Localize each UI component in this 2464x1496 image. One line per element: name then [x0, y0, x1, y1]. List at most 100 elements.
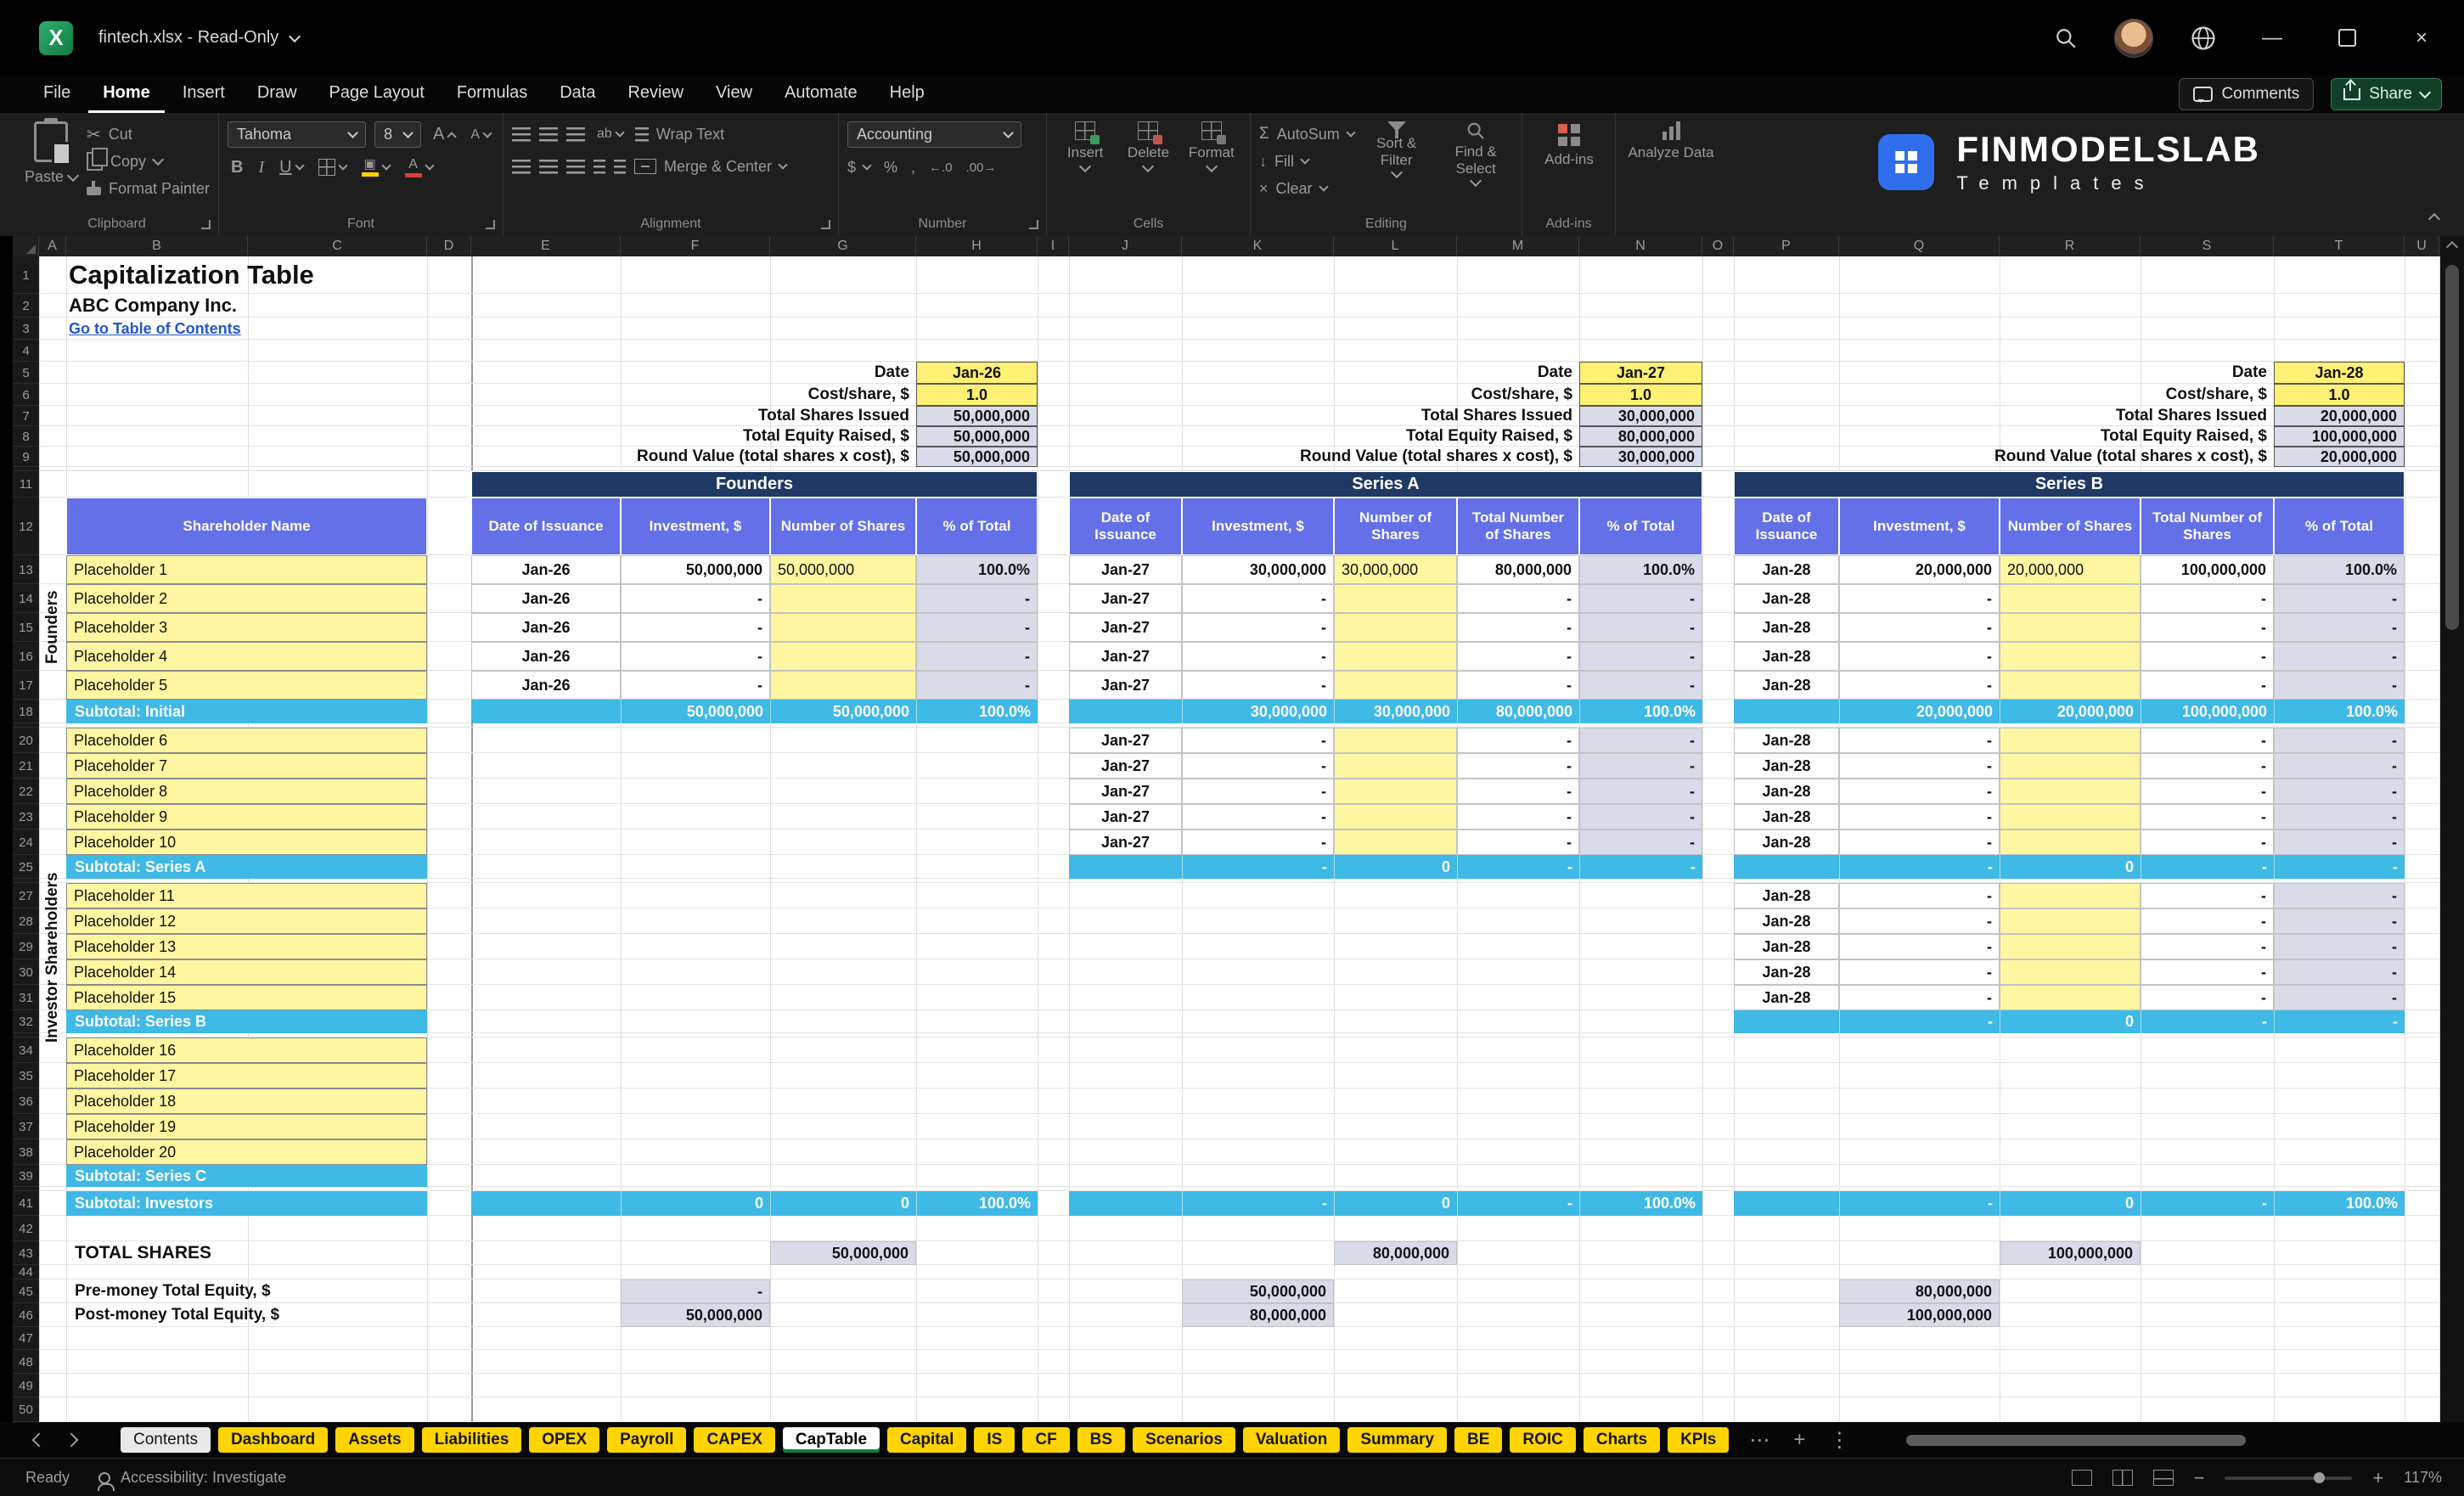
number-dialog-launcher[interactable]: [1029, 220, 1038, 229]
cell-T12[interactable]: % of Total: [2274, 498, 2405, 555]
cell-M14[interactable]: -: [1457, 584, 1579, 613]
cell-L20[interactable]: [1334, 728, 1457, 753]
font-dialog-launcher[interactable]: [486, 220, 495, 229]
cell-J18[interactable]: [1069, 700, 1182, 723]
cell-N18[interactable]: 100.0%: [1579, 700, 1702, 723]
cell-S32[interactable]: -: [2141, 1010, 2274, 1033]
cell-S41[interactable]: -: [2141, 1191, 2274, 1216]
cell-H7[interactable]: 50,000,000: [916, 406, 1038, 426]
clipboard-dialog-launcher[interactable]: [201, 220, 211, 229]
cell-N20[interactable]: -: [1579, 728, 1702, 753]
cell-B21[interactable]: Placeholder 7: [66, 753, 427, 779]
globe-icon[interactable]: [2191, 25, 2216, 51]
cell-R21[interactable]: [2000, 753, 2141, 779]
row-header-45[interactable]: 45: [13, 1279, 39, 1303]
row-header-12[interactable]: 12: [13, 498, 39, 555]
cell-B36[interactable]: Placeholder 18: [66, 1088, 427, 1114]
align-top-icon[interactable]: [512, 127, 531, 142]
cell-J5[interactable]: Date: [1069, 362, 1579, 384]
user-avatar[interactable]: [2114, 19, 2153, 58]
cell-R20[interactable]: [2000, 728, 2141, 753]
cell-L41[interactable]: 0: [1334, 1191, 1457, 1216]
cell-T14[interactable]: -: [2274, 584, 2405, 613]
cell-J13[interactable]: Jan-27: [1069, 555, 1182, 584]
cell-S31[interactable]: -: [2141, 985, 2274, 1010]
cell-G41[interactable]: 0: [770, 1191, 916, 1216]
cell-P28[interactable]: Jan-28: [1734, 908, 1839, 934]
menu-file[interactable]: File: [29, 76, 85, 113]
column-header-R[interactable]: R: [2000, 236, 2141, 256]
close-button[interactable]: ×: [2403, 20, 2440, 57]
align-center-icon[interactable]: [539, 160, 558, 174]
cell-K25[interactable]: -: [1182, 855, 1334, 879]
cell-R17[interactable]: [2000, 671, 2141, 700]
row-header-1[interactable]: 1: [13, 256, 39, 294]
cell-T13[interactable]: 100.0%: [2274, 555, 2405, 584]
row-header-49[interactable]: 49: [13, 1374, 39, 1398]
cell-R25[interactable]: 0: [2000, 855, 2141, 879]
row-header-11[interactable]: 11: [13, 471, 39, 498]
cell-D9[interactable]: Round Value (total shares x cost), $: [427, 447, 916, 467]
cell-N41[interactable]: 100.0%: [1579, 1191, 1702, 1216]
cell-T5[interactable]: Jan-28: [2274, 362, 2405, 384]
cell-J24[interactable]: Jan-27: [1069, 830, 1182, 855]
cell-R32[interactable]: 0: [2000, 1010, 2141, 1033]
cell-P27[interactable]: Jan-28: [1734, 883, 1839, 908]
cell-P11[interactable]: Series B: [1734, 471, 2405, 498]
menu-help[interactable]: Help: [875, 76, 939, 113]
row-header-41[interactable]: 41: [13, 1191, 39, 1216]
new-sheet-button[interactable]: +: [1793, 1428, 1805, 1452]
tab-scroll-right-icon[interactable]: [65, 1433, 79, 1448]
cell-J17[interactable]: Jan-27: [1069, 671, 1182, 700]
vertical-scrollbar[interactable]: [2440, 236, 2464, 1422]
collapse-ribbon-button[interactable]: [2430, 211, 2439, 228]
cell-P5[interactable]: Date: [1734, 362, 2274, 384]
cell-R24[interactable]: [2000, 830, 2141, 855]
paste-button[interactable]: Paste: [24, 121, 78, 186]
tab-scroll-left-icon[interactable]: [32, 1433, 47, 1448]
cell-F41[interactable]: 0: [621, 1191, 770, 1216]
sheet-tab-capital[interactable]: Capital: [887, 1427, 966, 1453]
menu-automate[interactable]: Automate: [770, 76, 872, 113]
vertical-scrollbar-thumb[interactable]: [2445, 265, 2459, 630]
cell-J23[interactable]: Jan-27: [1069, 804, 1182, 830]
cell-G12[interactable]: Number of Shares: [770, 498, 916, 555]
cell-H8[interactable]: 50,000,000: [916, 426, 1038, 447]
cell-L15[interactable]: [1334, 613, 1457, 642]
menu-formulas[interactable]: Formulas: [442, 76, 542, 113]
fill-button[interactable]: ↓Fill: [1259, 149, 1354, 174]
cell-L24[interactable]: [1334, 830, 1457, 855]
page-break-view-icon[interactable]: [2153, 1470, 2174, 1486]
sheet-tab-captable[interactable]: CapTable: [783, 1427, 880, 1453]
row-header-27[interactable]: 27: [13, 883, 39, 908]
cell-F45[interactable]: -: [621, 1279, 770, 1303]
underline-button[interactable]: U: [276, 155, 306, 180]
cell-P25[interactable]: [1734, 855, 1839, 879]
cell-P14[interactable]: Jan-28: [1734, 584, 1839, 613]
cell-G14[interactable]: [770, 584, 916, 613]
cell-B23[interactable]: Placeholder 9: [66, 804, 427, 830]
cell-T31[interactable]: -: [2274, 985, 2405, 1010]
cell-Q29[interactable]: -: [1839, 934, 2000, 959]
cell-K22[interactable]: -: [1182, 779, 1334, 804]
column-header-H[interactable]: H: [916, 236, 1038, 256]
row-header-46[interactable]: 46: [13, 1303, 39, 1327]
cell-R27[interactable]: [2000, 883, 2141, 908]
cell-R13[interactable]: 20,000,000: [2000, 555, 2141, 584]
cell-F14[interactable]: -: [621, 584, 770, 613]
cell-T24[interactable]: -: [2274, 830, 2405, 855]
sheet-tab-kpis[interactable]: KPIs: [1668, 1427, 1729, 1453]
cell-T15[interactable]: -: [2274, 613, 2405, 642]
decrease-indent-icon[interactable]: [593, 160, 605, 174]
cell-T22[interactable]: -: [2274, 779, 2405, 804]
cell-M18[interactable]: 80,000,000: [1457, 700, 1579, 723]
column-header-J[interactable]: J: [1069, 236, 1182, 256]
cell-P15[interactable]: Jan-28: [1734, 613, 1839, 642]
cell-D7[interactable]: Total Shares Issued: [427, 406, 916, 426]
row-header-42[interactable]: 42: [13, 1216, 39, 1241]
column-header-L[interactable]: L: [1334, 236, 1457, 256]
column-header-A[interactable]: A: [39, 236, 66, 256]
sheet-tab-roic[interactable]: ROIC: [1510, 1427, 1576, 1453]
cell-M13[interactable]: 80,000,000: [1457, 555, 1579, 584]
cell-K13[interactable]: 30,000,000: [1182, 555, 1334, 584]
